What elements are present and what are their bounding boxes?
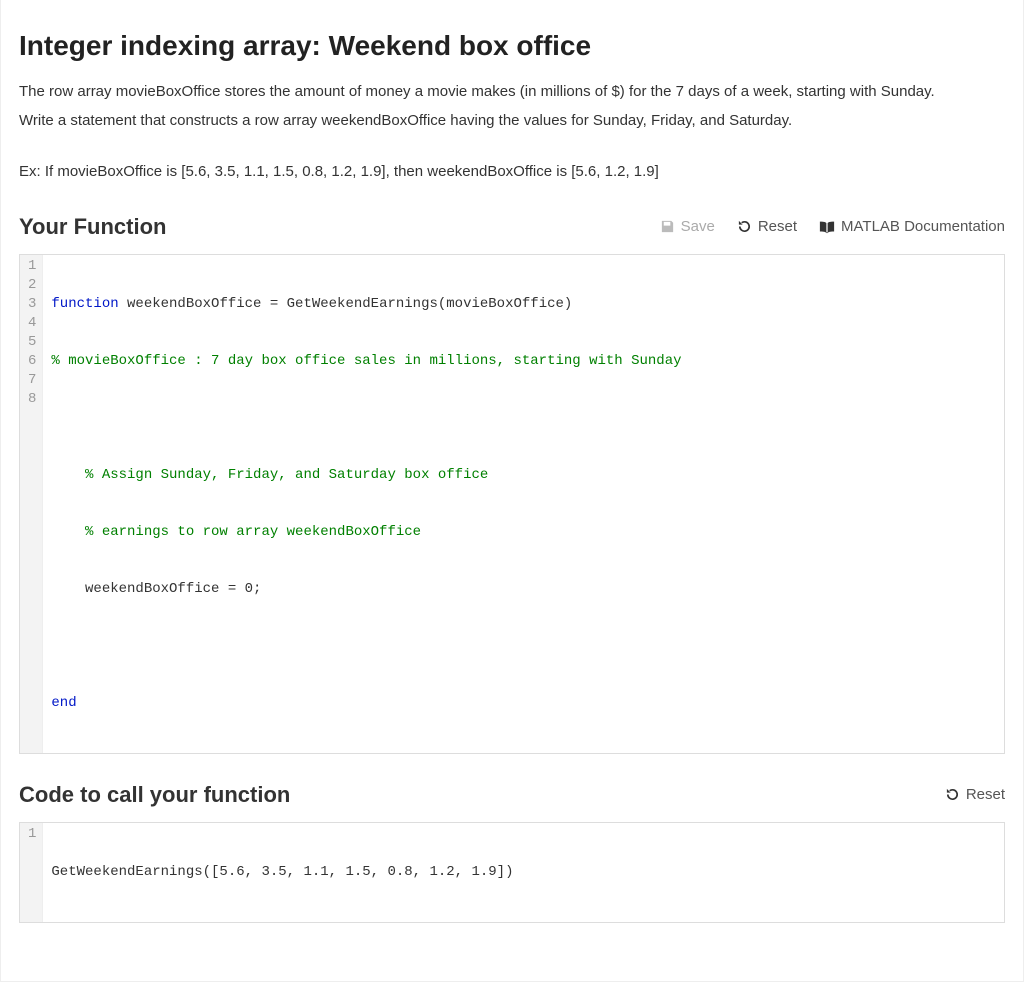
page: Integer indexing array: Weekend box offi…	[0, 0, 1024, 982]
code-text: GetWeekendEarnings([5.6, 3.5, 1.1, 1.5, …	[51, 864, 513, 880]
reset-icon	[945, 787, 960, 802]
your-function-header: Your Function Save Reset	[19, 214, 1005, 240]
comment: % movieBoxOffice : 7 day box office sale…	[51, 353, 681, 369]
reset-icon	[737, 219, 752, 234]
code-text: weekendBoxOffice = 0;	[51, 581, 261, 597]
code-area[interactable]: GetWeekendEarnings([5.6, 3.5, 1.1, 1.5, …	[43, 823, 1004, 922]
save-label: Save	[681, 218, 715, 235]
reset-button[interactable]: Reset	[737, 218, 797, 235]
keyword-function: function	[51, 296, 118, 312]
example-text: Ex: If movieBoxOffice is [5.6, 3.5, 1.1,…	[19, 163, 1005, 180]
call-reset-button[interactable]: Reset	[945, 786, 1005, 803]
save-button[interactable]: Save	[660, 218, 715, 235]
code-text: weekendBoxOffice = GetWeekendEarnings(mo…	[119, 296, 573, 312]
code-area[interactable]: function weekendBoxOffice = GetWeekendEa…	[43, 255, 1004, 753]
line-gutter: 12345678	[20, 255, 43, 753]
save-icon	[660, 219, 675, 234]
comment: % Assign Sunday, Friday, and Saturday bo…	[51, 467, 488, 483]
description-line-1: The row array movieBoxOffice stores the …	[19, 80, 1005, 103]
page-title: Integer indexing array: Weekend box offi…	[19, 30, 1005, 62]
keyword-end: end	[51, 695, 76, 711]
your-function-title: Your Function	[19, 214, 166, 240]
function-toolbar: Save Reset MATLAB Documentation	[660, 218, 1005, 235]
call-section-header: Code to call your function Reset	[19, 782, 1005, 808]
call-toolbar: Reset	[945, 786, 1005, 803]
docs-button[interactable]: MATLAB Documentation	[819, 218, 1005, 235]
comment: % earnings to row array weekendBoxOffice	[51, 524, 421, 540]
call-section-title: Code to call your function	[19, 782, 290, 808]
description-line-2: Write a statement that constructs a row …	[19, 109, 1005, 132]
call-editor[interactable]: 1 GetWeekendEarnings([5.6, 3.5, 1.1, 1.5…	[19, 822, 1005, 923]
call-reset-label: Reset	[966, 786, 1005, 803]
function-editor[interactable]: 12345678 function weekendBoxOffice = Get…	[19, 254, 1005, 754]
docs-label: MATLAB Documentation	[841, 218, 1005, 235]
line-gutter: 1	[20, 823, 43, 922]
book-icon	[819, 220, 835, 234]
reset-label: Reset	[758, 218, 797, 235]
